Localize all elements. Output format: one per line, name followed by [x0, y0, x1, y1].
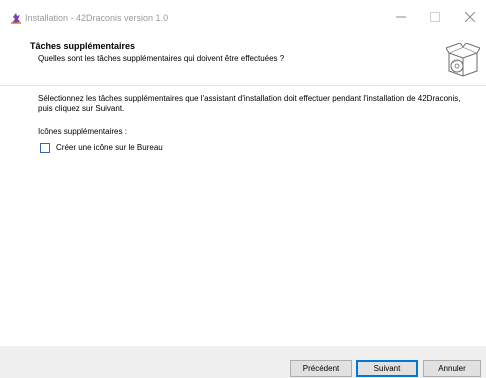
wizard-content: Sélectionnez les tâches supplémentaires … [0, 86, 486, 346]
minimize-button[interactable] [387, 8, 415, 28]
desktop-icon-label[interactable]: Créer une icône sur le Bureau [56, 143, 163, 153]
maximize-icon [430, 12, 440, 24]
cancel-button[interactable]: Annuler [423, 360, 481, 377]
maximize-button[interactable] [421, 8, 449, 28]
wizard-header: Tâches supplémentaires Quelles sont les … [0, 30, 486, 85]
title-bar: Installation - 42Draconis version 1.0 [0, 0, 486, 30]
next-button[interactable]: Suivant [356, 360, 418, 377]
page-title: Tâches supplémentaires [30, 41, 136, 51]
app-icon [10, 12, 22, 24]
close-icon [464, 11, 476, 24]
close-button[interactable] [456, 8, 484, 28]
group-label: Icônes supplémentaires : [38, 127, 127, 136]
instructions-text: Sélectionnez les tâches supplémentaires … [38, 94, 461, 113]
desktop-icon-checkbox[interactable] [40, 143, 50, 153]
page-subtitle: Quelles sont les tâches supplémentaires … [38, 54, 285, 63]
desktop-icon-task[interactable]: Créer une icône sur le Bureau [40, 142, 163, 154]
back-button[interactable]: Précédent [290, 360, 352, 377]
wizard-footer: Précédent Suivant Annuler [0, 346, 486, 378]
minimize-icon [396, 12, 406, 24]
window-title: Installation - 42Draconis version 1.0 [25, 13, 169, 23]
setup-box-icon [445, 42, 481, 77]
